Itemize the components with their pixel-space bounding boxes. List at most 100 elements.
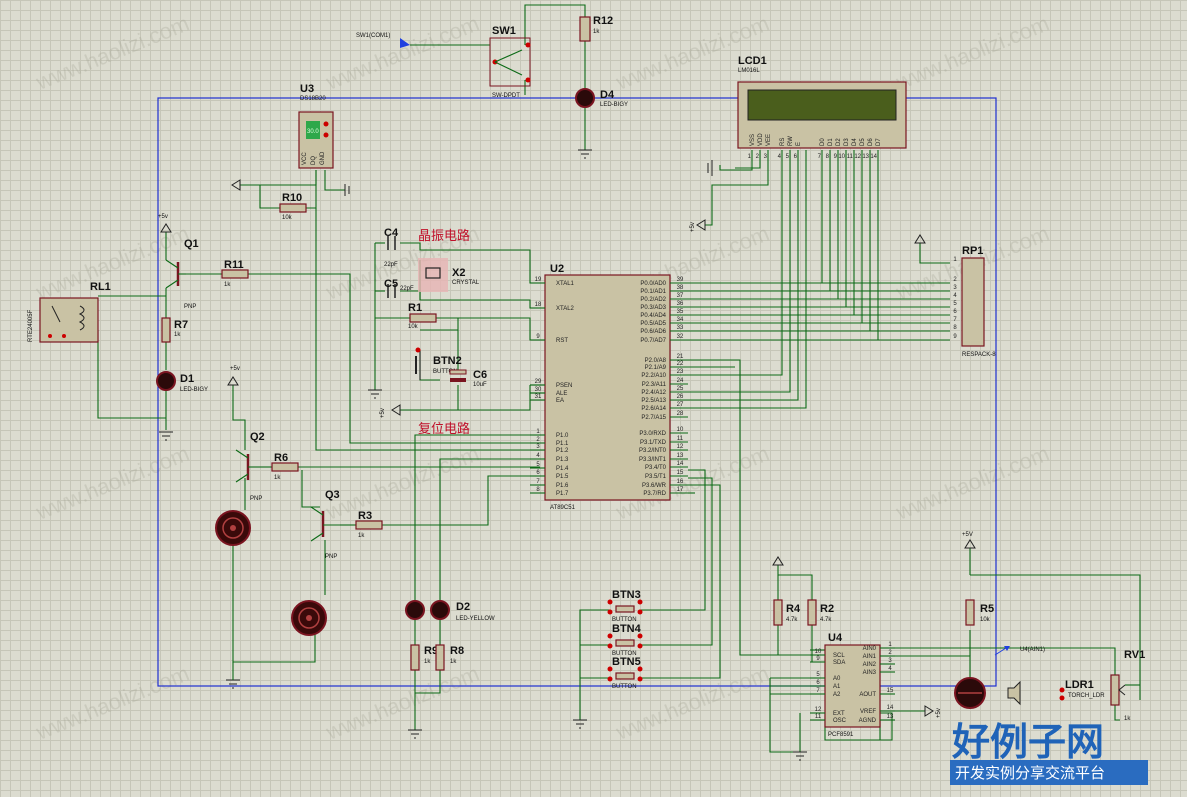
u2-pin-name: P0.3/AD3 [640, 305, 666, 311]
buzzer-icon[interactable] [215, 510, 251, 546]
buzzer-icon[interactable] [291, 600, 327, 636]
r10-value: 10k [282, 215, 293, 221]
r11-value: 1k [224, 282, 231, 288]
lcd1-pin-name: VSS [750, 134, 756, 146]
r4-value: 4.7k [786, 617, 798, 623]
u2-ref: U2 [550, 263, 564, 275]
r9-resistor[interactable]: R9 1k [410, 644, 438, 671]
d1-led[interactable]: D1 LED-BIGY [156, 371, 208, 393]
btn4-button[interactable]: BTN4 BUTTON [607, 623, 643, 657]
u4-pin-number: 2 [888, 650, 892, 656]
u2-pin-name: P1.5 [556, 474, 569, 480]
r3-resistor[interactable]: R3 1k [355, 510, 383, 539]
lcd1-pin-name: E [796, 142, 802, 146]
u3-ref: U3 [300, 83, 314, 95]
u4-pin-name: AIN3 [863, 670, 877, 676]
r1-resistor[interactable]: R1 10k [408, 302, 437, 330]
d4-value: LED-BIGY [600, 102, 628, 108]
rp1-pin-number: 7 [953, 317, 957, 323]
watermark-text: www.haolizi.com [892, 441, 1053, 525]
rp1-ref: RP1 [962, 245, 983, 257]
r4-resistor[interactable]: R4 4.7k [773, 599, 801, 626]
d3-led[interactable] [405, 600, 425, 620]
btn4-ref: BTN4 [612, 623, 642, 635]
q3-ref: Q3 [325, 489, 340, 501]
r10-resistor[interactable]: R10 10k [279, 192, 307, 221]
btn5-ref: BTN5 [612, 656, 641, 668]
lcd1-pin-number: 8 [826, 154, 830, 160]
r1-value: 10k [408, 324, 419, 330]
lcd1-pin-number: 11 [847, 154, 854, 160]
u4-pin-number: 11 [815, 714, 822, 720]
btn2-button[interactable]: BTN2 BUTTON [415, 347, 462, 381]
watermark-text: www.haolizi.com [892, 11, 1053, 95]
u2-pin-name: P1.1 [556, 441, 569, 447]
u4-pin-name: SCL [833, 653, 845, 659]
btn3-button[interactable]: BTN3 BUTTON [607, 589, 643, 623]
rv1-value: 1k [1124, 716, 1131, 722]
u2-pin-number: 30 [535, 387, 542, 393]
u2-pin-number: 6 [536, 470, 540, 476]
r5-resistor[interactable]: R5 10k [965, 599, 994, 626]
r11-resistor[interactable]: R11 1k [221, 259, 249, 288]
lcd1-pin-name: D6 [868, 138, 874, 146]
u2-pin-number: 8 [536, 487, 540, 493]
c6-ref: C6 [473, 369, 487, 381]
u2-pin-name: P3.1/TXD [640, 440, 667, 446]
u2-pin-name: P3.3/INT1 [639, 457, 667, 463]
c4-ref: C4 [384, 227, 399, 239]
u2-pin-number: 4 [536, 453, 540, 459]
d2-led[interactable]: D2 LED-YELLOW [430, 600, 495, 622]
lcd1-pin-number: 2 [756, 154, 760, 160]
ground-icon [159, 431, 173, 441]
r6-value: 1k [274, 475, 281, 481]
u2-pin-number: 25 [677, 386, 684, 392]
u2-pin-name: P3.5/T1 [645, 474, 667, 480]
crystal-circuit-label: 晶振电路 [418, 228, 470, 243]
rp1-pin-number: 4 [953, 293, 957, 299]
u4-pin-number: 5 [816, 672, 820, 678]
ldr1-photoresistor[interactable]: LDR1 TORCH_LDR [954, 677, 1105, 709]
r4-ref: R4 [786, 603, 801, 615]
watermark-text: www.haolizi.com [32, 221, 193, 305]
u2-pin-name: P0.2/AD2 [640, 297, 666, 303]
btn5-value: BUTTON [612, 684, 637, 690]
r6-resistor[interactable]: R6 1k [271, 452, 299, 481]
c4-capacitor[interactable]: C4 22pF [384, 227, 399, 268]
lcd1-pin-name: VEE [766, 134, 772, 146]
rp1-pin-number: 3 [953, 285, 957, 291]
q3-value: PNP [325, 554, 337, 560]
u3-temperature-sensor[interactable]: 30.0 U3 DS18B20 VCC DQ GND [298, 83, 334, 169]
q2-power-label: +5v [230, 366, 240, 372]
r7-resistor[interactable]: R7 1k [161, 317, 188, 343]
r5-ref: R5 [980, 603, 994, 615]
lcd1-display[interactable]: LCD1 LM016L VSS 1 VDD 2 VEE 3 RS 4 RW 5 E 6 D0 7 D1 8 D2… [737, 55, 907, 160]
u2-pin-number: 33 [677, 325, 684, 331]
lcd1-pin-number: 5 [786, 154, 790, 160]
x2-crystal[interactable]: X2 CRYSTAL [418, 258, 480, 292]
x2-ref: X2 [452, 267, 465, 279]
u2-pin-name: P2.0/A8 [645, 358, 667, 364]
u2-pin-name: ALE [556, 391, 567, 397]
r12-resistor[interactable]: R12 1k [579, 15, 613, 42]
u2-pin-number: 2 [536, 437, 540, 443]
c6-capacitor[interactable]: C6 10uF [449, 369, 487, 388]
r2-resistor[interactable]: R2 4.7k [807, 599, 834, 626]
lcd1-value: LM016L [738, 68, 760, 74]
r7-value: 1k [174, 332, 181, 338]
lcd1-pin-number: 4 [778, 154, 782, 160]
u2-pin-name: P2.1/A9 [645, 365, 667, 371]
u2-pin-name: P0.0/AD0 [640, 281, 666, 287]
u2-microcontroller[interactable]: U2 AT89C51 19XTAL118XTAL29RST29PSEN30ALE… [530, 263, 688, 511]
rl1-value: RTE24005F [28, 309, 34, 342]
ldr1-ref: LDR1 [1065, 679, 1094, 691]
u2-value: AT89C51 [550, 505, 576, 511]
q2-transistor[interactable]: Q2 PNP [235, 431, 265, 502]
watermark-text: www.haolizi.com [322, 661, 483, 745]
c5-capacitor[interactable]: C5 22pF [384, 278, 414, 298]
u2-pin-name: P1.4 [556, 466, 569, 472]
btn5-button[interactable]: BTN5 BUTTON [607, 656, 643, 690]
u4-adc[interactable]: U4 PCF8591 10SCL9SDA5A06A17A212EXT11OSC … [810, 632, 895, 738]
rl1-ref: RL1 [90, 281, 111, 293]
u4-pin-name: AOUT [859, 692, 876, 698]
